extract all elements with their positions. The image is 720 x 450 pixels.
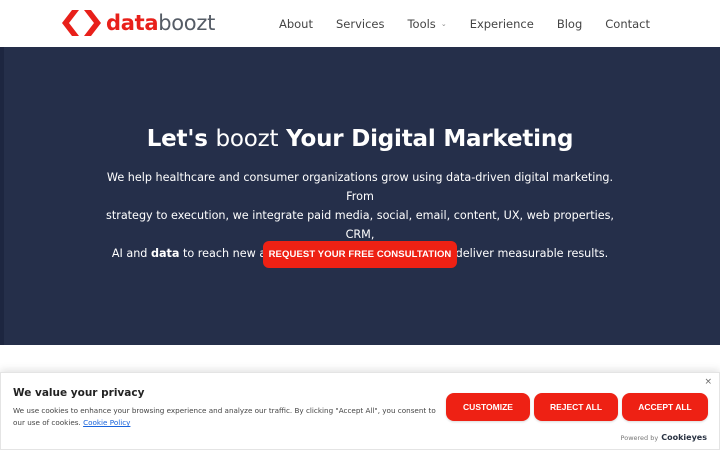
nav-item-label: Services [335, 16, 385, 31]
main-nav: About Services Tools ⌄ Experience Blog Co… [279, 0, 650, 47]
request-consultation-button[interactable]: REQUEST YOUR FREE CONSULTATION [263, 241, 457, 268]
customize-button[interactable]: CUSTOMIZE [446, 393, 530, 421]
close-icon[interactable]: × [704, 377, 712, 387]
powered-by: Powered by Cookieyes [621, 433, 707, 442]
hero-desc-line2: strategy to execution, we integrate paid… [106, 209, 614, 241]
hero-section: Let's boozt Your Digital Marketing We he… [0, 47, 720, 345]
hero-desc-line3-pre: AI and [111, 247, 151, 260]
logo-text-boozt: boozt [158, 11, 216, 35]
cookie-banner-body: We use cookies to enhance your browsing … [13, 406, 436, 427]
hero-title-part3: Your Digital Marketing [278, 126, 574, 152]
nav-item-experience[interactable]: Experience [470, 17, 534, 31]
hero-title: Let's boozt Your Digital Marketing [0, 126, 720, 152]
nav-item-contact[interactable]: Contact [605, 17, 650, 31]
nav-item-tools[interactable]: Tools ⌄ [407, 17, 446, 31]
nav-item-label: Experience [469, 16, 534, 31]
nav-item-blog[interactable]: Blog [557, 17, 582, 31]
databoozt-brackets-icon [62, 10, 101, 36]
nav-item-label: Contact [605, 16, 650, 31]
cookie-consent-banner: × We value your privacy We use cookies t… [0, 372, 720, 450]
hero-title-boozt: boozt [215, 126, 279, 152]
nav-item-label: About [278, 16, 313, 31]
hero-edge-divider [0, 47, 4, 345]
cookie-banner-text: We use cookies to enhance your browsing … [13, 405, 438, 429]
hero-desc-data-bold: data [150, 247, 180, 260]
hero-desc-line1: We help healthcare and consumer organiza… [106, 171, 614, 203]
logo-text-data: data [106, 11, 159, 35]
logo-wordmark: databoozt [106, 9, 215, 37]
cookie-banner-title: We value your privacy [13, 387, 145, 399]
site-header: databoozt About Services Tools ⌄ Experien… [0, 0, 720, 47]
nav-item-about[interactable]: About [279, 17, 313, 31]
cookieyes-logo: Cookieyes [661, 433, 707, 442]
site-logo[interactable]: databoozt [60, 9, 215, 37]
powered-by-label: Powered by [620, 433, 659, 442]
accept-all-button[interactable]: ACCEPT ALL [622, 393, 708, 421]
nav-item-label: Blog [556, 16, 583, 31]
cookie-policy-link[interactable]: Cookie Policy [83, 418, 130, 427]
reject-all-button[interactable]: REJECT ALL [534, 393, 618, 421]
nav-item-label: Tools [407, 16, 436, 31]
hero-title-part1: Let's [146, 126, 216, 152]
chevron-down-icon: ⌄ [440, 19, 447, 28]
nav-item-services[interactable]: Services [336, 17, 385, 31]
